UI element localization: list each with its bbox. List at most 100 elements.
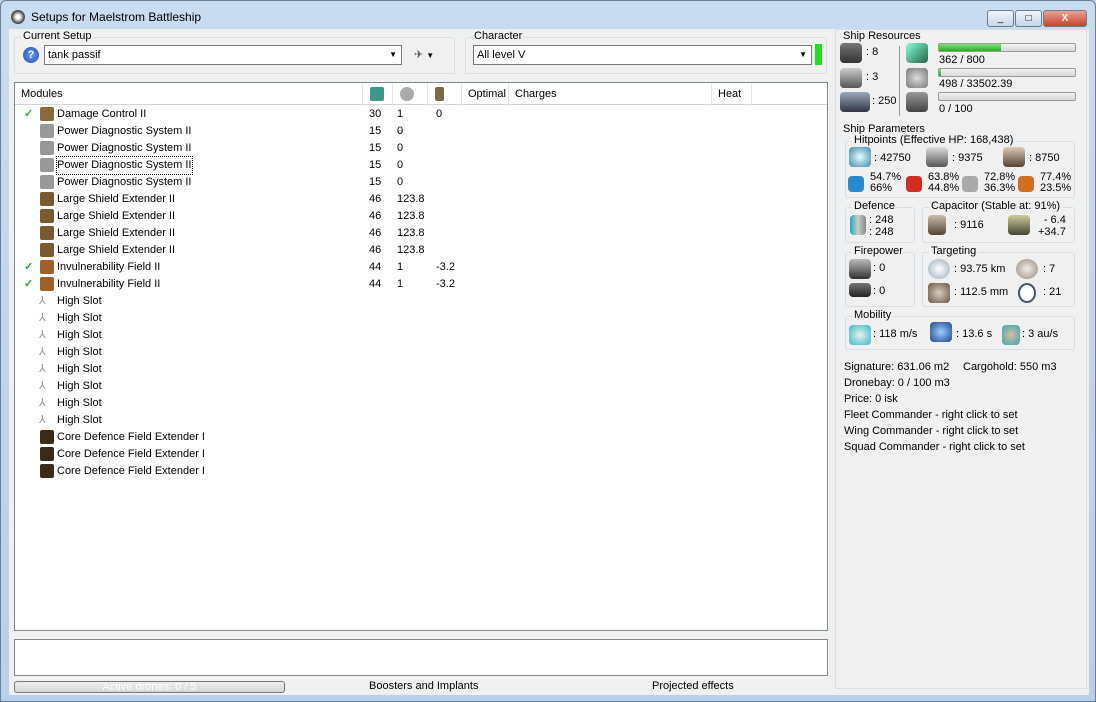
- resist-icon: [1018, 176, 1034, 192]
- module-row[interactable]: ⅄ High Slot: [15, 412, 827, 429]
- module-row[interactable]: Large Shield Extender II 46 123.8: [15, 225, 827, 242]
- modules-list[interactable]: Modules Optimal Charges Heat ✓ Damage Con…: [14, 82, 828, 631]
- col-powergrid[interactable]: [393, 83, 428, 105]
- module-row[interactable]: ⅄ High Slot: [15, 310, 827, 327]
- setup-dropdown[interactable]: tank passif ▼: [44, 45, 402, 65]
- speed-icon: [849, 325, 871, 345]
- module-icon: [40, 260, 54, 274]
- drone-bandwidth-icon: [906, 92, 928, 112]
- module-row[interactable]: ⅄ High Slot: [15, 344, 827, 361]
- active-drones-bar[interactable]: Active drones: 0 / 5: [14, 681, 285, 693]
- mobility-label: Mobility: [852, 309, 894, 321]
- module-name: Power Diagnostic System II: [57, 176, 192, 188]
- module-icon: [40, 141, 54, 155]
- cargohold: Cargohold: 550 m3: [963, 361, 1057, 373]
- active-check-icon[interactable]: ✓: [24, 276, 33, 293]
- drone-menu-button[interactable]: ✈ ▼: [414, 48, 434, 61]
- module-icon: [40, 277, 54, 291]
- module-row[interactable]: ⅄ High Slot: [15, 293, 827, 310]
- module-icon: [40, 226, 54, 240]
- module-name: High Slot: [57, 414, 102, 426]
- module-row[interactable]: ⅄ High Slot: [15, 361, 827, 378]
- module-row[interactable]: Power Diagnostic System II 15 0: [15, 123, 827, 140]
- maximize-button[interactable]: □: [1015, 10, 1042, 27]
- module-name: Large Shield Extender II: [57, 193, 176, 205]
- active-check-icon[interactable]: ✓: [24, 259, 33, 276]
- module-capacitor: 0: [436, 108, 443, 120]
- targeting-label: Targeting: [929, 245, 979, 257]
- character-label: Character: [472, 30, 525, 42]
- max-speed: : 118 m/s: [873, 328, 918, 340]
- module-row[interactable]: Large Shield Extender II 46 123.8: [15, 208, 827, 225]
- module-row[interactable]: Power Diagnostic System II 15 0: [15, 156, 827, 175]
- module-row[interactable]: Power Diagnostic System II 15 0: [15, 174, 827, 191]
- help-icon[interactable]: ?: [23, 47, 39, 63]
- module-name: Core Defence Field Extender I: [57, 431, 205, 443]
- module-cpu: 46: [369, 244, 382, 256]
- module-powergrid: 0: [397, 142, 404, 154]
- character-dropdown[interactable]: All level V ▼: [473, 45, 812, 65]
- active-check-icon[interactable]: ✓: [24, 106, 33, 123]
- module-row[interactable]: Power Diagnostic System II 15 0: [15, 140, 827, 157]
- col-heat[interactable]: Heat: [712, 83, 752, 105]
- module-row[interactable]: ⅄ High Slot: [15, 395, 827, 412]
- col-cpu[interactable]: [363, 83, 393, 105]
- high-slot-icon: ⅄: [39, 346, 46, 358]
- module-row[interactable]: Large Shield Extender II 46 123.8: [15, 242, 827, 259]
- module-name: High Slot: [57, 312, 102, 324]
- resist-icon: [962, 176, 978, 192]
- squad-commander[interactable]: Squad Commander - right click to set: [844, 441, 1025, 453]
- capacitor-use: - 6.4: [1043, 214, 1066, 226]
- warp-speed-icon: [1002, 325, 1020, 345]
- app-icon: [11, 10, 25, 24]
- powergrid-bar: [938, 68, 1076, 77]
- minimize-button[interactable]: _: [987, 10, 1014, 27]
- module-row[interactable]: Core Defence Field Extender I: [15, 446, 827, 463]
- warp-speed: : 3 au/s: [1022, 328, 1059, 340]
- module-cpu: 15: [369, 159, 382, 171]
- module-row[interactable]: ✓ Damage Control II 30 1 0: [15, 106, 827, 123]
- projected-effects-tab[interactable]: Projected effects: [652, 680, 734, 692]
- resist-values: 54.7% 66%: [870, 172, 901, 194]
- col-capacitor[interactable]: [428, 83, 462, 105]
- dronebay: Dronebay: 0 / 100 m3: [844, 377, 950, 389]
- module-row[interactable]: ✓ Invulnerability Field II 44 1 -3.2: [15, 259, 827, 276]
- module-name: Large Shield Extender II: [57, 210, 176, 222]
- module-name: Invulnerability Field II: [57, 261, 161, 273]
- module-row[interactable]: ⅄ High Slot: [15, 378, 827, 395]
- module-row[interactable]: Large Shield Extender II 46 123.8: [15, 191, 827, 208]
- align-time-icon: [930, 322, 952, 342]
- fleet-commander[interactable]: Fleet Commander - right click to set: [844, 409, 1018, 421]
- module-icon: [40, 158, 54, 172]
- chevron-down-icon: ▼: [799, 50, 807, 59]
- module-name: Power Diagnostic System II: [56, 156, 193, 175]
- resist-icon: [906, 176, 922, 192]
- col-modules[interactable]: Modules: [15, 83, 363, 105]
- boosters-implants-tab[interactable]: Boosters and Implants: [369, 680, 478, 692]
- max-targets: : 7: [1043, 263, 1056, 275]
- divider: [899, 46, 900, 116]
- cpu-value: 362 / 800: [939, 54, 985, 66]
- cpu-icon: [370, 87, 384, 101]
- right-panel: Ship Resources : 8 : 3 : 250 362 / 800 4…: [835, 29, 1087, 689]
- module-name: Large Shield Extender II: [57, 227, 176, 239]
- chevron-down-icon: ▼: [426, 51, 435, 60]
- module-row[interactable]: ⅄ High Slot: [15, 327, 827, 344]
- target-range: : 93.75 km: [954, 263, 1006, 275]
- resist-b: 44.8%: [928, 182, 960, 194]
- high-slot-icon: ⅄: [39, 295, 46, 307]
- module-name: High Slot: [57, 295, 102, 307]
- cpu-icon: [906, 43, 928, 63]
- module-row[interactable]: Core Defence Field Extender I: [15, 429, 827, 446]
- defence-icon: [850, 215, 866, 235]
- max-targets-icon: [1016, 259, 1038, 279]
- powergrid-value: 498 / 33502.39: [939, 78, 1013, 90]
- close-button[interactable]: X: [1043, 10, 1087, 27]
- col-charges[interactable]: Charges: [509, 83, 712, 105]
- defence-a: : 248: [869, 214, 894, 226]
- module-row[interactable]: Core Defence Field Extender I: [15, 463, 827, 480]
- col-optimal[interactable]: Optimal: [462, 83, 509, 105]
- module-row[interactable]: ✓ Invulnerability Field II 44 1 -3.2: [15, 276, 827, 293]
- module-cpu: 46: [369, 193, 382, 205]
- wing-commander[interactable]: Wing Commander - right click to set: [844, 425, 1018, 437]
